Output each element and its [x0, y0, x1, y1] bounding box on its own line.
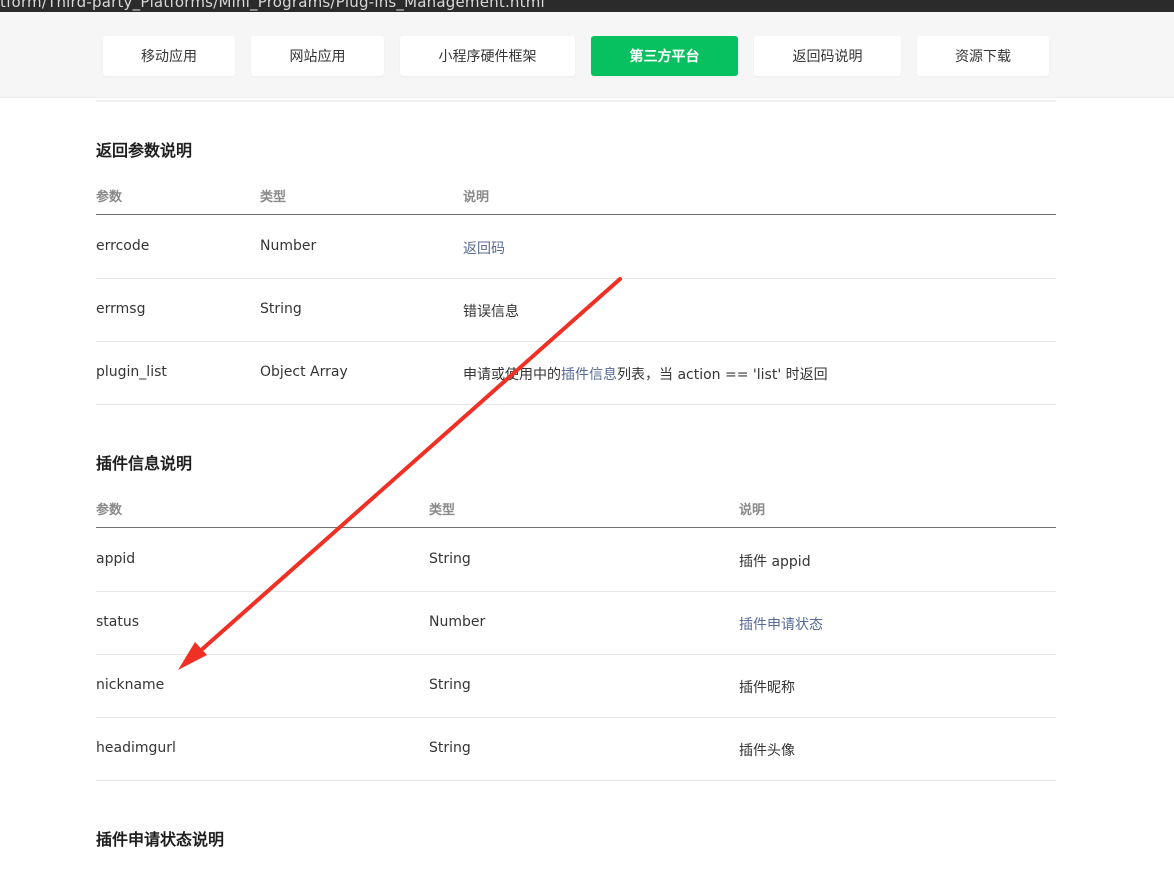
- return-params-header-type: 类型: [260, 190, 287, 205]
- tab-return-codes[interactable]: 返回码说明: [754, 36, 901, 76]
- table-row-divider: [96, 591, 1056, 592]
- table-row-divider: [96, 654, 1056, 655]
- plugin-info-title: 插件信息说明: [96, 454, 193, 473]
- return-param-name: errcode: [96, 238, 150, 254]
- return-param-name: errmsg: [96, 301, 146, 317]
- top-nav: 移动应用 网站应用 小程序硬件框架 第三方平台 返回码说明 资源下载: [0, 12, 1174, 98]
- table-row-divider: [96, 780, 1056, 781]
- table-row-divider: [96, 341, 1056, 342]
- return-param-desc: 申请或使用中的插件信息列表，当 action == 'list' 时返回: [463, 364, 828, 384]
- return-param-type: Object Array: [260, 364, 348, 380]
- plugin-param-type: Number: [429, 614, 486, 630]
- plugin-info-header-param: 参数: [96, 503, 123, 518]
- tab-resource-download[interactable]: 资源下载: [917, 36, 1049, 76]
- plugin-param-name: status: [96, 614, 140, 630]
- content-top-divider: [96, 100, 1056, 102]
- table-row-divider: [96, 717, 1056, 718]
- desc-prefix: 申请或使用中的: [463, 367, 561, 383]
- tab-mobile-app[interactable]: 移动应用: [103, 36, 235, 76]
- plugin-status-title: 插件申请状态说明: [96, 830, 225, 849]
- plugin-param-name: headimgurl: [96, 740, 176, 756]
- desc-suffix: 列表，当 action == 'list' 时返回: [617, 367, 828, 383]
- table-row-divider: [96, 278, 1056, 279]
- plugin-param-desc: 插件头像: [739, 743, 795, 759]
- return-params-header-desc: 说明: [463, 190, 490, 205]
- return-param-name: plugin_list: [96, 364, 167, 380]
- return-param-type: Number: [260, 238, 317, 254]
- return-codes-link[interactable]: 返回码: [463, 238, 505, 258]
- return-param-type: String: [260, 301, 302, 317]
- plugin-param-type: String: [429, 677, 471, 693]
- plugin-info-header-rule: [96, 527, 1056, 528]
- tab-website-app[interactable]: 网站应用: [251, 36, 384, 76]
- return-params-header-param: 参数: [96, 190, 123, 205]
- table-row-divider: [96, 404, 1056, 405]
- plugin-param-name: nickname: [96, 677, 165, 693]
- plugin-param-desc: 插件 appid: [739, 554, 811, 570]
- return-params-title: 返回参数说明: [96, 141, 193, 160]
- plugin-param-type: String: [429, 740, 471, 756]
- plugin-info-link[interactable]: 插件信息: [561, 367, 617, 383]
- plugin-info-header-desc: 说明: [739, 503, 766, 518]
- return-param-desc: 错误信息: [463, 304, 519, 320]
- plugin-info-header-type: 类型: [429, 503, 456, 518]
- plugin-param-type: String: [429, 551, 471, 567]
- tab-third-party-platform[interactable]: 第三方平台: [591, 36, 738, 76]
- plugin-param-name: appid: [96, 551, 136, 567]
- tab-mini-program-hardware[interactable]: 小程序硬件框架: [400, 36, 575, 76]
- plugin-status-link[interactable]: 插件申请状态: [739, 614, 823, 634]
- address-bar[interactable]: tform/Third-party_Platforms/Mini_Program…: [0, 0, 1174, 12]
- return-params-header-rule: [96, 214, 1056, 215]
- plugin-param-desc: 插件昵称: [739, 680, 795, 696]
- red-arrow-annotation: [178, 277, 622, 670]
- address-bar-url: tform/Third-party_Platforms/Mini_Program…: [0, 0, 545, 11]
